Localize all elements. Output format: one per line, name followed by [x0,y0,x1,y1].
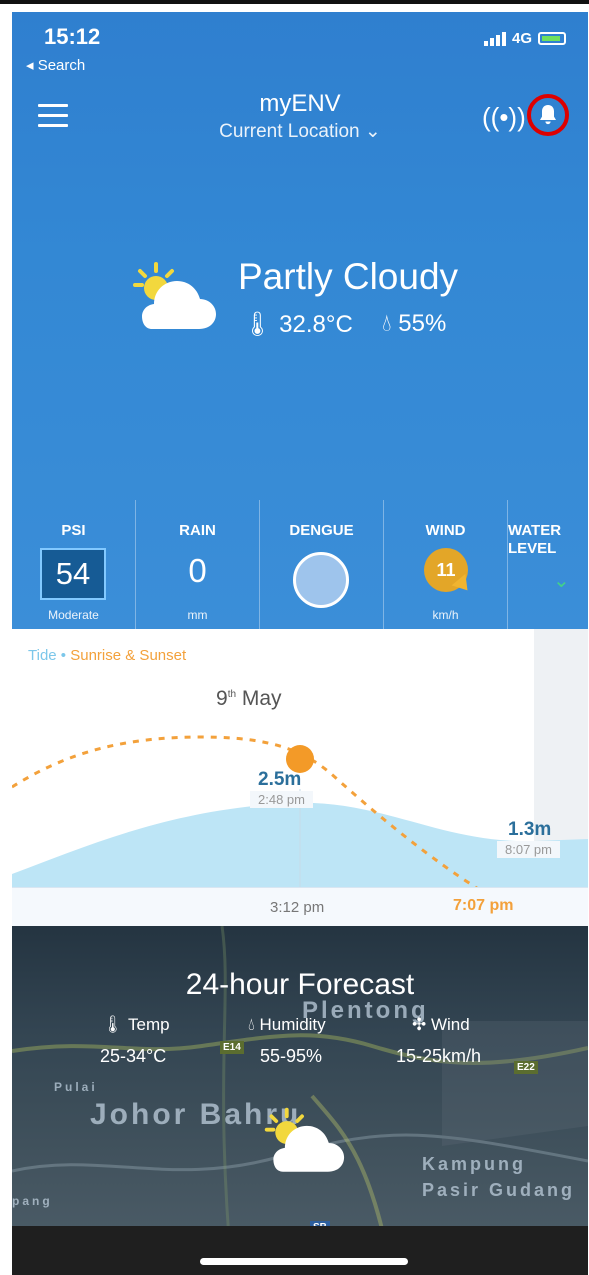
battery-icon [538,32,566,45]
current-humidity: 💧︎ 55% [382,310,446,338]
network-label: 4G [511,30,532,47]
map-label-pang: pang [12,1194,53,1208]
weather-condition: Partly Cloudy [238,256,459,297]
metric-label: DENGUE [289,522,354,539]
notification-bell-button[interactable] [527,94,569,136]
forecast-wind-value: 15-25km/h [396,1046,482,1066]
thermometer-icon: 🌡︎ [242,311,273,338]
sunset-time: 7:07 pm [453,897,514,914]
metric-water-level[interactable]: WATER LEVEL ⌄ [508,500,588,630]
antenna-icon[interactable]: ((•)) [482,102,526,133]
current-temperature: 🌡︎ 32.8°C [242,310,353,339]
forecast-wind-label: ✣ Wind [412,1015,470,1035]
metric-label: WATER LEVEL [508,522,562,557]
dengue-status-icon [293,552,349,608]
psi-value: 54 [40,548,106,600]
metric-label: PSI [61,522,86,539]
low-tide-time: 8:07 pm [497,841,560,858]
humidity-value: 55% [398,310,447,337]
thermometer-icon: 🌡︎ [102,1015,128,1034]
app-window: 15:12 ◂ Search 4G myENV Current Location… [12,12,588,1275]
metric-subtext: km/h [432,608,459,622]
humidity-drop-icon: 💧︎ [382,310,392,337]
metric-subtext: Moderate [48,608,99,622]
top-frame-line [0,0,589,4]
rain-value: 0 [188,552,207,589]
partly-cloudy-icon [133,262,216,329]
status-indicators: 4G [483,30,566,47]
road-label-e14: E14 [220,1041,244,1054]
high-tide-time: 2:48 pm [250,791,313,808]
metric-psi[interactable]: PSI 54 Moderate [12,500,136,630]
forecast-temp-value: 25-34°C [100,1046,167,1066]
forecast-partly-cloudy-icon [264,1107,345,1172]
phone-screen: 15:12 ◂ Search 4G myENV Current Location… [0,0,589,1275]
metric-subtext: mm [187,608,208,622]
metric-label: WIND [425,522,466,539]
home-indicator-area [12,1226,588,1275]
map-label-pulai: Pulai [54,1080,98,1094]
status-time: 15:12 [44,24,101,49]
metric-rain[interactable]: RAIN 0 mm [136,500,260,630]
wind-label-text: Wind [430,1015,470,1034]
forecast-humidity-value: 55-95% [260,1046,323,1066]
low-tide-height: 1.3m [508,819,552,840]
forecast-humidity-label: 💧︎ Humidity [248,1015,326,1035]
road-label-e22: E22 [514,1061,538,1074]
high-tide-height: 2.5m [258,769,302,790]
forecast-title: 24-hour Forecast [185,968,415,1001]
signal-icon [483,31,506,46]
temperature-value: 32.8°C [279,311,353,338]
tide-sun-chart[interactable]: Tide • Sunrise & Sunset 9th May 2.5m 2:4… [12,629,588,926]
humidity-label-text: Humidity [259,1015,326,1034]
metric-dengue[interactable]: DENGUE [260,500,384,630]
map-label-kampung: Kampung [422,1154,526,1174]
current-weather-panel: 15:12 ◂ Search 4G myENV Current Location… [12,12,588,630]
metrics-strip: PSI 54 Moderate RAIN 0 mm DENGUE WIND 11 [12,500,588,630]
wind-icon: ✣ [412,1015,431,1034]
humidity-drop-icon: 💧︎ [248,1015,260,1034]
temp-label-text: Temp [128,1015,170,1034]
current-time-marker: 3:12 pm [270,899,325,916]
bell-icon [540,105,556,125]
water-level-icon: ⌄ [553,570,570,592]
metric-label: RAIN [179,522,216,539]
home-indicator[interactable] [200,1258,408,1265]
back-to-search-link[interactable]: ◂ Search [26,56,85,74]
forecast-temp-label: 🌡︎ Temp [102,1015,170,1035]
forecast-panel[interactable]: Plentong Johor Bahru Kampung Pasir Gudan… [12,926,588,1275]
map-label-pasir-gudang: Pasir Gudang [422,1180,576,1200]
metric-wind[interactable]: WIND 11 km/h [384,500,508,630]
